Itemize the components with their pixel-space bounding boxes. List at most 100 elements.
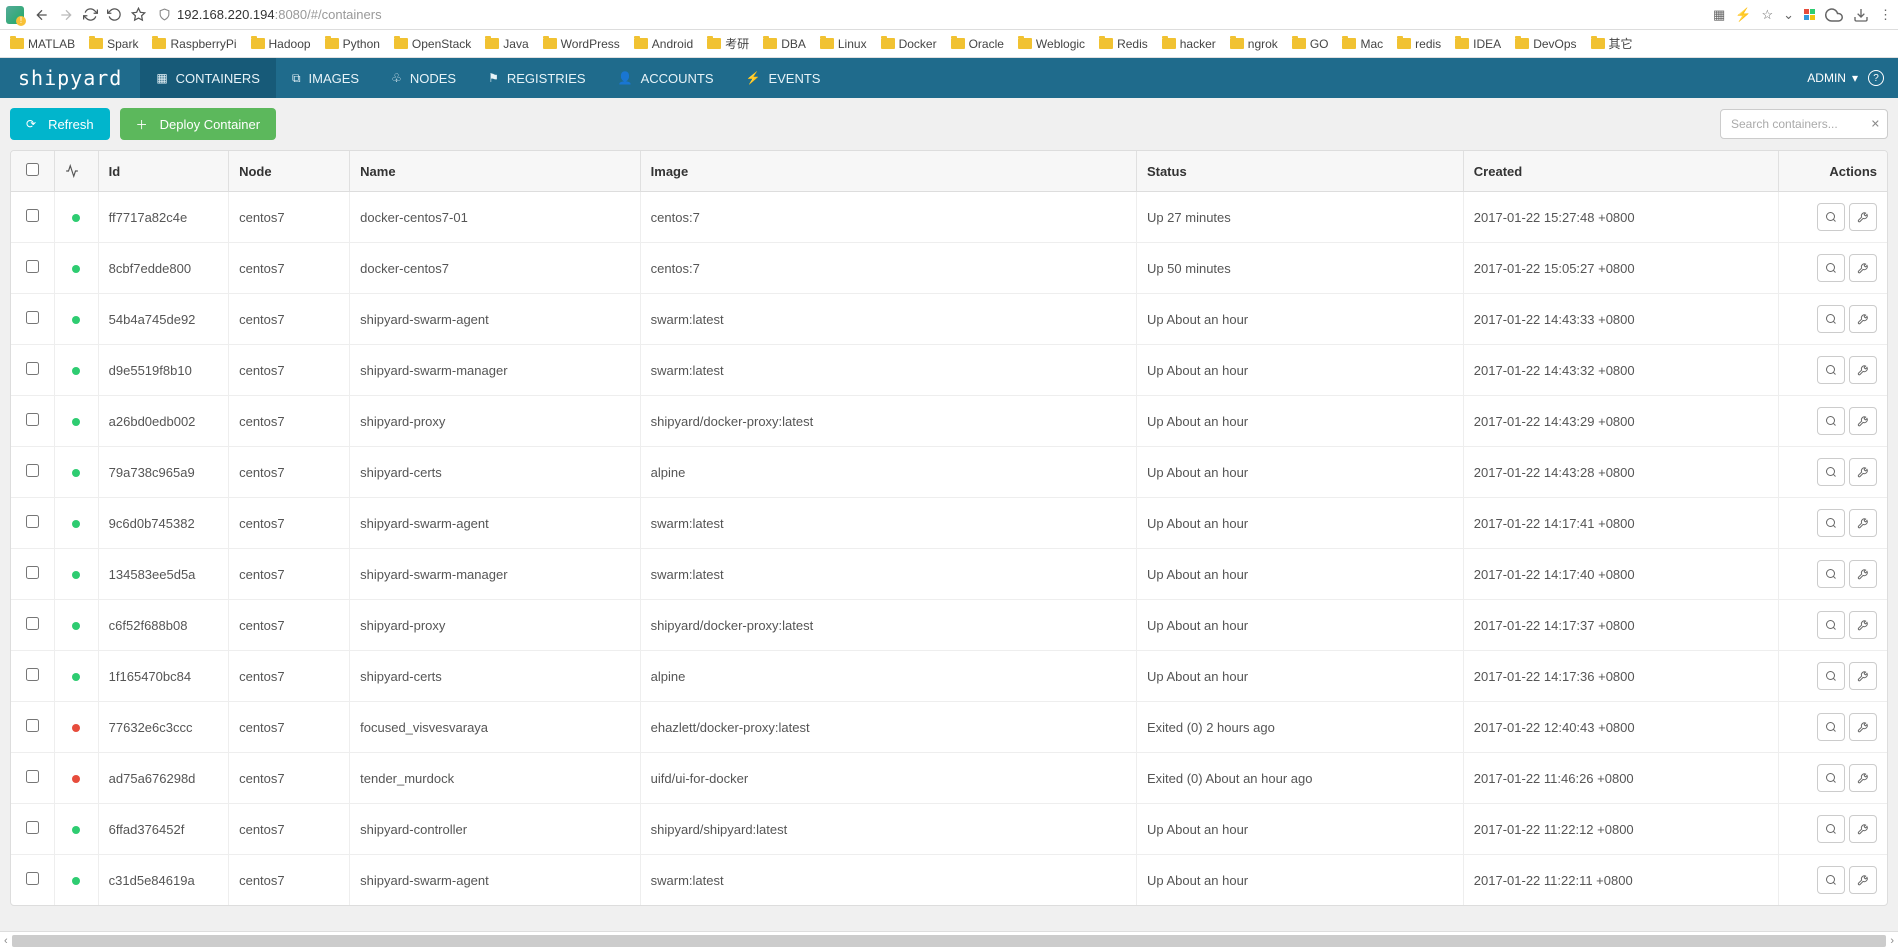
cell-id[interactable]: 134583ee5d5a	[98, 549, 228, 600]
clear-search-icon[interactable]: ✕	[1871, 118, 1880, 131]
dropdown-icon[interactable]: ⌄	[1783, 7, 1794, 23]
row-checkbox[interactable]	[26, 311, 39, 324]
bookmark-item[interactable]: 考研	[707, 35, 749, 52]
star-icon[interactable]	[126, 3, 150, 27]
header-status[interactable]: Status	[1136, 151, 1463, 192]
bookmark-item[interactable]: hacker	[1162, 37, 1216, 51]
inspect-button[interactable]	[1817, 356, 1845, 384]
cell-name[interactable]: shipyard-swarm-manager	[350, 345, 641, 396]
bookmark-item[interactable]: Android	[634, 37, 693, 51]
actions-button[interactable]	[1849, 815, 1877, 843]
search-input[interactable]	[1720, 109, 1888, 139]
stop-reload-icon[interactable]	[102, 3, 126, 27]
nav-item-accounts[interactable]: 👤ACCOUNTS	[602, 58, 730, 98]
row-checkbox[interactable]	[26, 719, 39, 732]
bookmark-item[interactable]: 其它	[1591, 35, 1633, 52]
cell-name[interactable]: shipyard-proxy	[350, 600, 641, 651]
deploy-container-button[interactable]: ＋ Deploy Container	[120, 108, 276, 140]
inspect-button[interactable]	[1817, 611, 1845, 639]
row-checkbox[interactable]	[26, 821, 39, 834]
nav-item-events[interactable]: ⚡EVENTS	[730, 58, 837, 98]
actions-button[interactable]	[1849, 611, 1877, 639]
inspect-button[interactable]	[1817, 713, 1845, 741]
row-checkbox[interactable]	[26, 464, 39, 477]
cell-name[interactable]: tender_murdock	[350, 753, 641, 804]
row-checkbox[interactable]	[26, 566, 39, 579]
actions-button[interactable]	[1849, 713, 1877, 741]
admin-menu[interactable]: ADMIN ▾	[1807, 71, 1858, 85]
row-checkbox[interactable]	[26, 872, 39, 885]
nav-item-containers[interactable]: ▦CONTAINERS	[140, 58, 276, 98]
cell-name[interactable]: docker-centos7-01	[350, 192, 641, 243]
bookmark-item[interactable]: MATLAB	[10, 37, 75, 51]
back-icon[interactable]	[30, 3, 54, 27]
horizontal-scrollbar[interactable]: ‹ ›	[0, 931, 1898, 949]
bookmark-item[interactable]: Weblogic	[1018, 37, 1085, 51]
scroll-right-icon[interactable]: ›	[1890, 935, 1894, 947]
cell-name[interactable]: shipyard-certs	[350, 651, 641, 702]
cell-id[interactable]: a26bd0edb002	[98, 396, 228, 447]
actions-button[interactable]	[1849, 764, 1877, 792]
header-node[interactable]: Node	[229, 151, 350, 192]
cell-id[interactable]: ad75a676298d	[98, 753, 228, 804]
cell-name[interactable]: shipyard-swarm-agent	[350, 294, 641, 345]
row-checkbox[interactable]	[26, 209, 39, 222]
nav-item-images[interactable]: ⧉IMAGES	[276, 58, 375, 98]
forward-icon[interactable]	[54, 3, 78, 27]
inspect-button[interactable]	[1817, 509, 1845, 537]
inspect-button[interactable]	[1817, 560, 1845, 588]
inspect-button[interactable]	[1817, 305, 1845, 333]
cell-name[interactable]: shipyard-swarm-agent	[350, 498, 641, 549]
row-checkbox[interactable]	[26, 515, 39, 528]
brand-logo[interactable]: shipyard	[0, 66, 140, 90]
inspect-button[interactable]	[1817, 662, 1845, 690]
header-image[interactable]: Image	[640, 151, 1136, 192]
bookmark-star-icon[interactable]: ☆	[1761, 7, 1773, 23]
nav-item-registries[interactable]: ⚑REGISTRIES	[472, 58, 602, 98]
reload-icon[interactable]	[78, 3, 102, 27]
row-checkbox[interactable]	[26, 413, 39, 426]
inspect-button[interactable]	[1817, 458, 1845, 486]
bookmark-item[interactable]: Hadoop	[251, 37, 311, 51]
cell-id[interactable]: 54b4a745de92	[98, 294, 228, 345]
inspect-button[interactable]	[1817, 764, 1845, 792]
inspect-button[interactable]	[1817, 407, 1845, 435]
cell-id[interactable]: 6ffad376452f	[98, 804, 228, 855]
bookmark-item[interactable]: IDEA	[1455, 37, 1501, 51]
download-icon[interactable]	[1853, 7, 1869, 23]
cell-id[interactable]: d9e5519f8b10	[98, 345, 228, 396]
row-checkbox[interactable]	[26, 362, 39, 375]
row-checkbox[interactable]	[26, 617, 39, 630]
cell-name[interactable]: docker-centos7	[350, 243, 641, 294]
actions-button[interactable]	[1849, 254, 1877, 282]
bookmark-item[interactable]: Redis	[1099, 37, 1148, 51]
actions-button[interactable]	[1849, 203, 1877, 231]
bookmark-item[interactable]: GO	[1292, 37, 1329, 51]
cell-id[interactable]: c6f52f688b08	[98, 600, 228, 651]
cell-name[interactable]: shipyard-controller	[350, 804, 641, 855]
bookmark-item[interactable]: Docker	[881, 37, 937, 51]
header-health-icon[interactable]	[55, 151, 99, 192]
scroll-left-icon[interactable]: ‹	[4, 935, 8, 947]
row-checkbox[interactable]	[26, 668, 39, 681]
flash-icon[interactable]: ⚡	[1735, 7, 1751, 23]
qr-icon[interactable]: ▦	[1713, 7, 1725, 23]
cell-name[interactable]: shipyard-swarm-manager	[350, 549, 641, 600]
cell-id[interactable]: 9c6d0b745382	[98, 498, 228, 549]
address-bar[interactable]: 192.168.220.194:8080/#/containers	[158, 7, 1705, 22]
bookmark-item[interactable]: Linux	[820, 37, 867, 51]
refresh-button[interactable]: ⟳ Refresh	[10, 108, 110, 140]
actions-button[interactable]	[1849, 305, 1877, 333]
scroll-track[interactable]	[12, 935, 1887, 947]
actions-button[interactable]	[1849, 356, 1877, 384]
inspect-button[interactable]	[1817, 254, 1845, 282]
bookmark-item[interactable]: DevOps	[1515, 37, 1576, 51]
row-checkbox[interactable]	[26, 770, 39, 783]
actions-button[interactable]	[1849, 458, 1877, 486]
bookmark-item[interactable]: Python	[325, 37, 380, 51]
cell-id[interactable]: 8cbf7edde800	[98, 243, 228, 294]
cell-id[interactable]: 77632e6c3ccc	[98, 702, 228, 753]
inspect-button[interactable]	[1817, 203, 1845, 231]
cell-id[interactable]: 79a738c965a9	[98, 447, 228, 498]
cloud-icon[interactable]	[1825, 6, 1843, 24]
